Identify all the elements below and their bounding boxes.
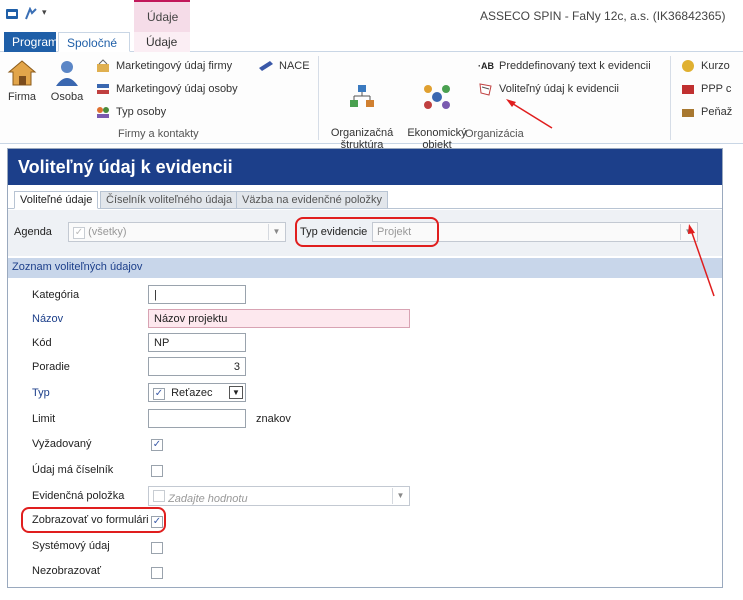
currency-rate-icon	[680, 59, 696, 73]
preddefinovany-text-label: Preddefinovaný text k evidencii	[499, 60, 651, 72]
group-firmy-label: Firmy a kontakty	[118, 128, 199, 140]
nace-icon	[258, 59, 274, 73]
chevron-down-icon[interactable]: ▼	[229, 386, 243, 399]
money-icon	[680, 105, 696, 119]
annotation-arrow-ribbon	[506, 99, 553, 129]
annotation-highlight-zobrazovat	[21, 507, 166, 533]
systemovy-label: Systémový údaj	[32, 540, 110, 552]
marketing-company-icon	[95, 59, 111, 73]
tab-spolocne[interactable]: Spoločné	[58, 32, 130, 52]
ppp-icon	[680, 82, 696, 96]
evidencna-placeholder: Zadajte hodnotu	[168, 493, 248, 505]
typ-osoby-label: Typ osoby	[116, 106, 167, 118]
ciselnik-checkbox[interactable]	[151, 465, 163, 477]
preddefinovany-text-button[interactable]: ·AB Preddefinovaný text k evidencii	[478, 59, 651, 73]
title-bar: ▾ Údaje ASSECO SPIN - FaNy 12c, a.s. (IK…	[0, 0, 743, 32]
optional-data-icon	[478, 82, 494, 96]
filter-bar: Agenda ✓ (všetky) ▼ Typ evidencie Projek…	[8, 210, 722, 256]
tab-volitelne-udaje[interactable]: Voliteľné údaje	[14, 191, 99, 209]
chevron-down-icon[interactable]: ▼	[268, 224, 284, 240]
section-title: Zoznam voliteľných údajov	[8, 258, 722, 278]
poradie-input[interactable]: 3	[148, 357, 246, 376]
people-type-icon	[95, 105, 111, 119]
ribbon: Firma Osoba Marketingový údaj firmy Mark…	[0, 52, 743, 151]
typ-select[interactable]: ✓ Reťazec ▼	[148, 383, 246, 402]
kategoria-label: Kategória	[32, 289, 80, 301]
limit-label: Limit	[32, 413, 56, 425]
tab-program[interactable]: Program	[4, 32, 58, 52]
marketing-firmy-button[interactable]: Marketingový údaj firmy	[95, 59, 232, 73]
context-tab-label: Údaje	[147, 10, 179, 24]
osoba-label: Osoba	[50, 91, 84, 103]
nezobrazovat-checkbox[interactable]	[151, 567, 163, 579]
person-icon	[52, 61, 82, 91]
penaz-label: Peňaž	[701, 106, 733, 118]
vyzadovany-label: Vyžadovaný	[32, 438, 92, 450]
typ-value: Reťazec	[171, 387, 213, 399]
limit-unit: znakov	[256, 413, 291, 425]
kod-label: Kód	[32, 337, 52, 349]
chevron-down-icon[interactable]: ▼	[392, 488, 408, 504]
evidencna-label: Evidenčná položka	[32, 490, 125, 502]
typ-osoby-button[interactable]: Typ osoby	[95, 105, 166, 119]
tab-udaje[interactable]: Údaje	[134, 32, 190, 52]
ribbon-separator	[318, 56, 319, 140]
penaz-button[interactable]: Peňaž	[680, 105, 732, 119]
agenda-label: Agenda	[14, 226, 52, 238]
typ-label: Typ	[32, 387, 50, 399]
window-title: ASSECO SPIN - FaNy 12c, a.s. (IK36842365…	[480, 9, 726, 23]
marketing-firmy-label: Marketingový údaj firmy	[116, 60, 233, 72]
document-tabs: Voliteľné údaje Číselník voliteľného úda…	[8, 187, 722, 209]
nazov-label: Názov	[32, 313, 64, 325]
kategoria-input[interactable]: |	[148, 285, 246, 304]
agenda-checkbox: ✓	[73, 227, 85, 239]
vyzadovany-checkbox[interactable]: ✓	[151, 439, 163, 451]
context-tab-header: Údaje	[134, 0, 190, 32]
kurzo-button[interactable]: Kurzo	[680, 59, 730, 73]
tab-ciselnik[interactable]: Číselník voliteľného údaja	[100, 191, 239, 209]
document-window: Voliteľný údaj k evidencii Voliteľné úda…	[7, 148, 723, 588]
detail-form: Kategória | Názov Názov projektu Kód NP …	[8, 278, 722, 587]
systemovy-checkbox[interactable]	[151, 542, 163, 554]
firma-button[interactable]: Firma	[5, 58, 39, 103]
house-icon	[7, 60, 37, 91]
evidencna-checkbox	[153, 490, 165, 502]
org-structure-icon	[347, 85, 377, 115]
quick-access-dropdown-icon[interactable]: ▾	[42, 7, 56, 21]
ppp-button[interactable]: PPP c	[680, 82, 731, 96]
tab-vazba[interactable]: Väzba na evidenčné položky	[236, 191, 389, 209]
marketing-osoby-label: Marketingový údaj osoby	[116, 83, 238, 95]
nace-label: NACE	[279, 60, 310, 72]
agenda-combo[interactable]: ✓ (všetky) ▼	[68, 222, 286, 242]
annotation-highlight-typ	[295, 217, 439, 247]
kod-input[interactable]: NP	[148, 333, 246, 352]
ciselnik-label: Údaj má číselník	[32, 464, 114, 476]
ribbon-tabs: Program Spoločné Údaje	[0, 32, 743, 52]
kurzo-label: Kurzo	[701, 60, 730, 72]
nazov-input[interactable]: Názov projektu	[148, 309, 410, 328]
ribbon-separator	[670, 56, 671, 140]
evidencna-combo[interactable]: Zadajte hodnotu ▼	[148, 486, 410, 506]
marketing-person-icon	[95, 82, 111, 96]
ppp-label: PPP c	[701, 83, 732, 95]
marketing-osoby-button[interactable]: Marketingový údaj osoby	[95, 82, 238, 96]
page-title: Voliteľný údaj k evidencii	[8, 149, 722, 185]
agenda-value: (všetky)	[88, 226, 127, 238]
firma-label: Firma	[7, 91, 37, 103]
nace-button[interactable]: NACE	[258, 59, 310, 73]
poradie-label: Poradie	[32, 361, 70, 373]
osoba-button[interactable]: Osoba	[47, 58, 87, 103]
typ-checkbox: ✓	[153, 388, 165, 400]
ab-text-icon: ·AB	[478, 61, 494, 71]
limit-input[interactable]	[148, 409, 246, 428]
app-menu-icon[interactable]	[5, 7, 19, 21]
nezobrazovat-label: Nezobrazovať	[32, 565, 101, 577]
economic-object-icon	[422, 85, 452, 115]
quick-access-tools-icon[interactable]	[24, 6, 38, 21]
annotation-arrow-dropdown	[688, 224, 715, 297]
